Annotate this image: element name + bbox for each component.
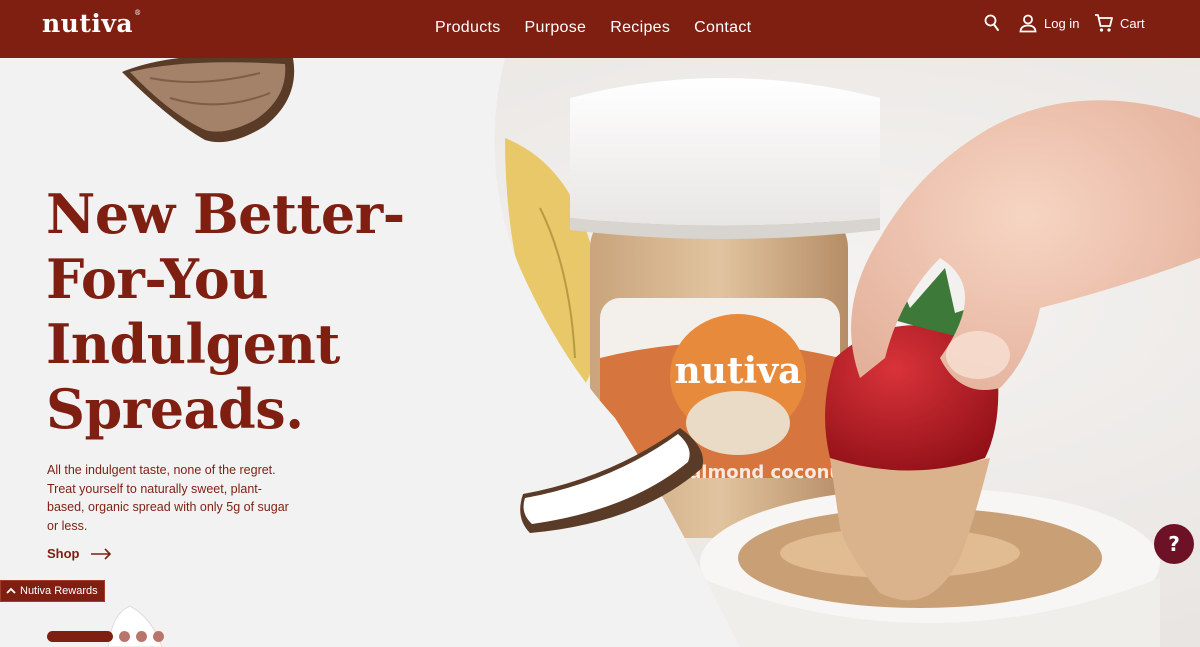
- nav-products[interactable]: Products: [435, 19, 501, 37]
- headline-line: For-You: [46, 247, 268, 311]
- user-icon: [1019, 14, 1037, 33]
- carousel-dots: [47, 631, 164, 642]
- headline-line: Spreads.: [46, 377, 304, 441]
- carousel-dot[interactable]: [153, 631, 164, 642]
- cart-icon: [1095, 14, 1113, 32]
- headline-line: Indulgent: [46, 312, 340, 376]
- login-button[interactable]: Log in: [1018, 13, 1079, 33]
- help-button[interactable]: ?: [1154, 524, 1194, 564]
- nav-recipes[interactable]: Recipes: [610, 19, 670, 37]
- search-button[interactable]: [984, 14, 1000, 32]
- nutiva-rewards-button[interactable]: Nutiva Rewards: [0, 580, 105, 602]
- hero-headline: New Better- For-You Indulgent Spreads.: [46, 182, 486, 442]
- nav-contact[interactable]: Contact: [694, 19, 751, 37]
- site-header: nutiva® Products Purpose Recipes Contact…: [0, 0, 1200, 58]
- subcopy-line: or less.: [47, 518, 88, 533]
- chevron-up-icon: [6, 587, 16, 594]
- cart-label: Cart: [1120, 15, 1145, 31]
- shop-label: Shop: [47, 546, 80, 561]
- nutiva-logo[interactable]: nutiva®: [42, 9, 142, 38]
- subcopy-line: based, organic spread with only 5g of su…: [47, 500, 289, 514]
- hero-subcopy: All the indulgent taste, none of the reg…: [47, 461, 317, 535]
- subcopy-line: All the indulgent taste, none of the reg…: [47, 463, 276, 477]
- shop-link[interactable]: Shop: [47, 546, 112, 561]
- carousel-dot[interactable]: [136, 631, 147, 642]
- search-icon: [984, 14, 999, 31]
- rewards-label: Nutiva Rewards: [20, 585, 98, 597]
- cart-button[interactable]: Cart: [1094, 13, 1145, 33]
- headline-line: New Better-: [46, 182, 405, 246]
- question-icon: ?: [1168, 532, 1180, 556]
- subcopy-line: Treat yourself to naturally sweet, plant…: [47, 481, 262, 496]
- main-nav: Products Purpose Recipes Contact: [435, 19, 751, 37]
- login-label: Log in: [1044, 15, 1080, 31]
- carousel-dot-active[interactable]: [47, 631, 113, 642]
- arrow-right-icon: [90, 547, 111, 560]
- nav-purpose[interactable]: Purpose: [525, 19, 587, 37]
- carousel-dot[interactable]: [119, 631, 130, 642]
